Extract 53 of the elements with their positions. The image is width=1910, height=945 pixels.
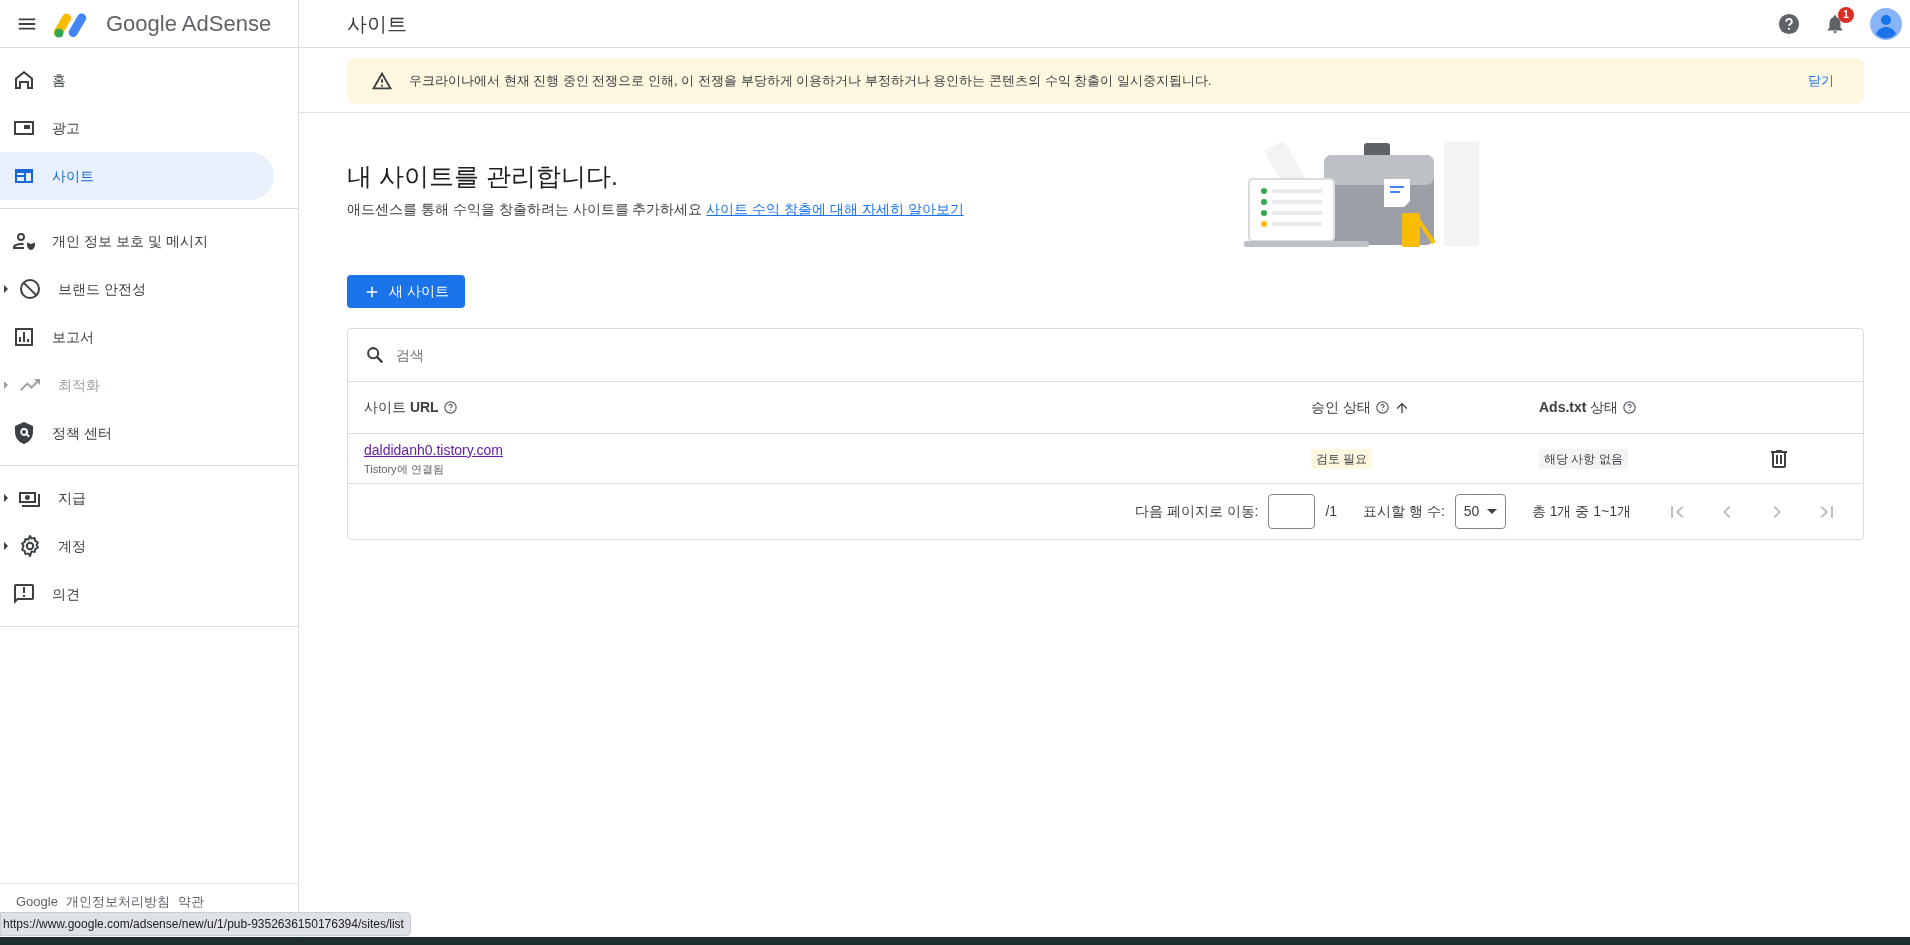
page-total: /1 — [1325, 502, 1338, 521]
dropdown-icon — [1486, 509, 1497, 514]
sidebar-item[interactable]: 정책 센터 — [0, 409, 274, 457]
help-icon[interactable] — [1622, 400, 1638, 415]
help-icon[interactable] — [1778, 12, 1800, 35]
block-icon — [18, 277, 42, 301]
help-icon[interactable] — [1374, 400, 1390, 415]
search-icon — [364, 344, 386, 366]
sidebar-item[interactable]: 계정 — [0, 522, 274, 570]
learn-more-link[interactable]: 사이트 수익 창출에 대해 자세히 알아보기 — [706, 201, 964, 217]
expand-icon[interactable] — [3, 542, 9, 550]
sidebar-item[interactable]: 의견 — [0, 570, 274, 618]
sidebar-item[interactable]: 브랜드 안전성 — [0, 265, 274, 313]
sidebar-item[interactable]: 사이트 — [0, 152, 274, 200]
page-range: 총 1개 중 1~1개 — [1531, 502, 1631, 521]
site-link[interactable]: daldidanh0.tistory.com — [364, 439, 1311, 461]
connection-text: Tistory에 연결됨 — [364, 461, 445, 477]
sidebar-item[interactable]: 광고 — [0, 104, 274, 152]
sidebar-item[interactable]: 홈 — [0, 56, 274, 104]
page-jump-label: 다음 페이지로 이동: — [1134, 502, 1259, 521]
sidebar-item[interactable]: 보고서 — [0, 313, 274, 361]
footer-link[interactable]: 개인정보처리방침 — [65, 891, 170, 911]
sidebar-item[interactable]: 지급 — [0, 474, 274, 522]
banner-message: 우크라이나에서 현재 진행 중인 전쟁으로 인해, 이 전쟁을 부당하게 이용하거나 부정하거나 용인하는 콘텐츠의 수익 창출이 일시중지됩니다. — [409, 72, 1213, 91]
notification-count: 1 — [1838, 7, 1854, 24]
column-header[interactable]: 사이트 URL — [364, 397, 439, 418]
expand-icon[interactable] — [3, 494, 9, 502]
intro-text: 애드센스를 통해 수익을 창출하려는 사이트를 추가하세요 사이트 수익 창출에 대해 자세히 알아보기 — [347, 200, 964, 219]
footer-link[interactable]: Google — [16, 891, 58, 911]
home-icon — [12, 68, 36, 92]
help-icon[interactable] — [442, 400, 458, 415]
status-url-tooltip: https://www.google.com/adsense/new/u/1/pub-9352636150176394/sites/list — [0, 912, 411, 936]
feedback-icon — [12, 582, 36, 606]
column-header[interactable]: 승인 상태 — [1311, 397, 1371, 418]
product-name: Google AdSense — [106, 10, 272, 38]
avatar-icon[interactable] — [1870, 7, 1902, 40]
status-tag: 검토 필요 — [1311, 449, 1373, 469]
shield-search-icon — [12, 421, 36, 445]
expand-icon[interactable] — [3, 285, 9, 293]
settings-icon — [18, 534, 42, 558]
column-header[interactable]: Ads.txt 상태 — [1539, 397, 1619, 418]
sidebar-item[interactable]: 개인 정보 보호 및 메시지 — [0, 217, 274, 265]
rows-per-page-label: 표시할 행 수: — [1363, 502, 1445, 521]
page-heading: 내 사이트를 관리합니다. — [347, 161, 619, 191]
rows-per-page-select[interactable]: 50 — [1454, 494, 1506, 529]
page-title: 사이트 — [346, 11, 408, 37]
warning-icon — [371, 70, 393, 92]
status-tag: 해당 사항 없음 — [1539, 449, 1628, 469]
new-site-button[interactable]: 새 사이트 — [347, 275, 465, 308]
page-number-field[interactable] — [1268, 494, 1316, 529]
footer-link[interactable]: 약관 — [177, 891, 204, 911]
dismiss-button[interactable]: 닫기 — [1802, 70, 1840, 92]
bar-chart-icon — [12, 325, 36, 349]
